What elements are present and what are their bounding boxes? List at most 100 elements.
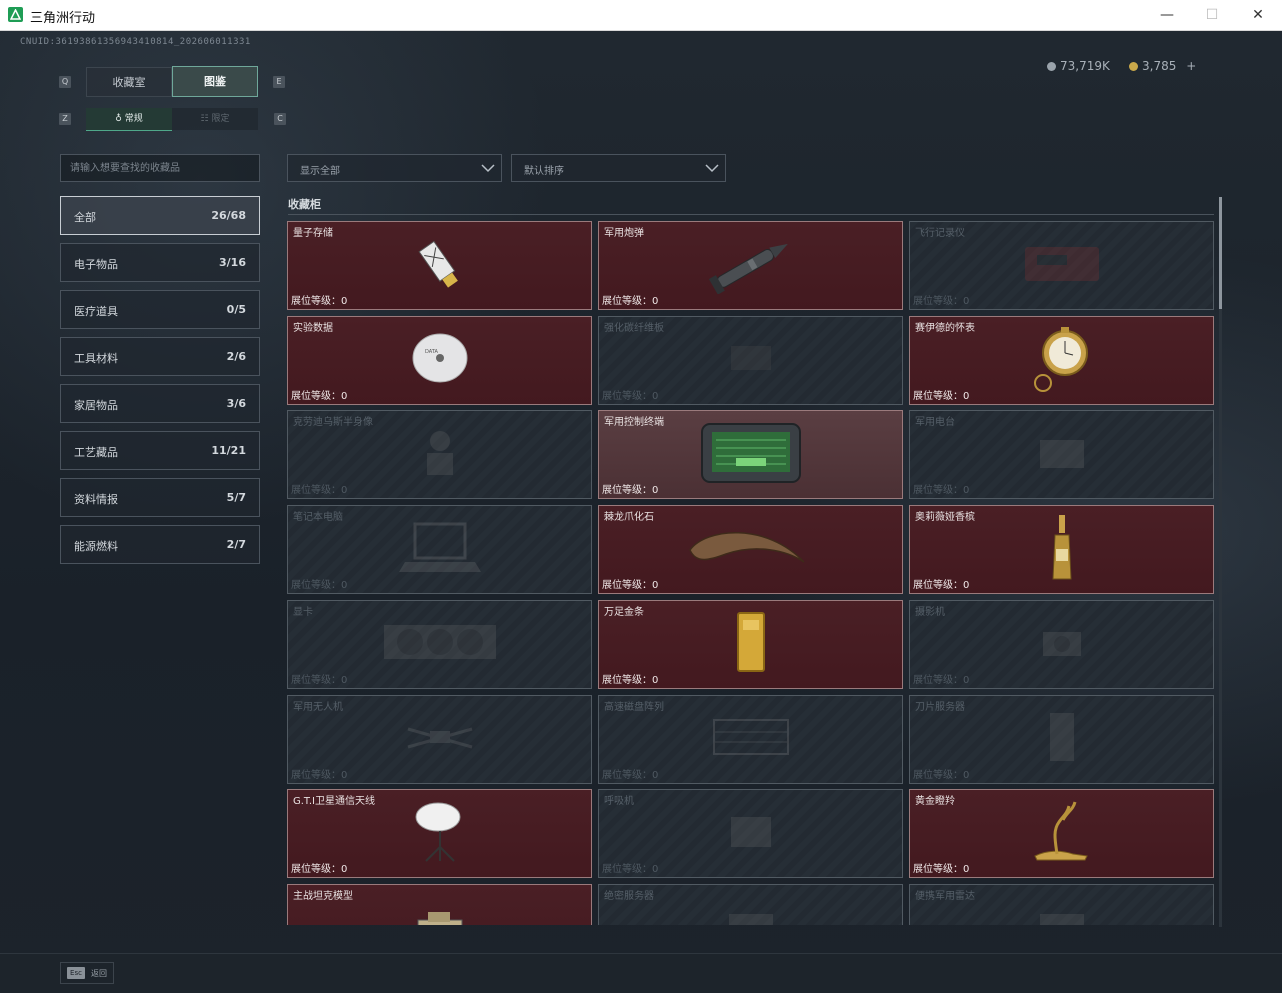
- category-label: 工艺藏品: [74, 446, 118, 459]
- item-level: 展位等级：0: [913, 766, 969, 781]
- sort-dropdown[interactable]: 默认排序: [511, 154, 726, 182]
- subtab-limited[interactable]: ☷ 限定: [172, 108, 258, 130]
- collection-card[interactable]: 军用无人机 展位等级：0: [287, 694, 592, 784]
- category-item[interactable]: 家居物品 3/6: [60, 384, 260, 423]
- grid-scrollbar[interactable]: [1219, 197, 1222, 927]
- level-value: 0: [652, 864, 659, 876]
- collection-card[interactable]: 棘龙爪化石 展位等级：0: [598, 505, 903, 595]
- category-count: 2/7: [226, 538, 246, 551]
- gold-coin-icon: [1129, 62, 1138, 71]
- bottom-bar: Esc 返回: [0, 953, 1282, 993]
- display-filter-dropdown[interactable]: 显示全部: [287, 154, 502, 182]
- item-level: 展位等级：0: [602, 292, 658, 307]
- disk-array-icon: [706, 712, 796, 766]
- item-level: 展位等级：0: [291, 766, 347, 781]
- collection-card[interactable]: 强化碳纤维板 展位等级：0: [598, 315, 903, 405]
- category-item[interactable]: 工具材料 2/6: [60, 337, 260, 376]
- collection-card[interactable]: 飞行记录仪 展位等级：0: [909, 221, 1214, 310]
- level-value: 0: [341, 864, 348, 876]
- section-divider: [288, 214, 1214, 215]
- level-value: 0: [652, 296, 659, 307]
- level-label: 展位等级：: [913, 864, 963, 876]
- gold-gazelle-icon: [1027, 800, 1097, 868]
- window-title: 三角洲行动: [30, 11, 96, 26]
- gold-bar-icon: [735, 610, 767, 678]
- level-value: 0: [341, 769, 348, 781]
- category-label: 资料情报: [74, 493, 118, 506]
- level-value: 0: [963, 390, 970, 402]
- item-name: 量子存储: [293, 228, 333, 239]
- level-label: 展位等级：: [602, 674, 652, 686]
- level-value: 0: [652, 580, 659, 592]
- collection-card[interactable]: 摄影机 展位等级：0: [909, 599, 1214, 689]
- collection-card[interactable]: 高速磁盘阵列 展位等级：0: [598, 694, 903, 784]
- scrollbar-thumb[interactable]: [1219, 197, 1222, 309]
- player-uid: CNUID:36193861356943410814_202606011331: [20, 37, 251, 47]
- item-level: 展位等级：0: [913, 387, 969, 402]
- collection-card[interactable]: 实验数据 DATA 展位等级：0: [287, 315, 592, 405]
- tab-collection-room[interactable]: 收藏室: [86, 67, 172, 97]
- level-label: 展位等级：: [291, 674, 341, 686]
- add-gold-button[interactable]: +: [1186, 59, 1196, 73]
- tab-codex[interactable]: 图鉴: [172, 66, 258, 97]
- item-name: 显卡: [293, 606, 313, 618]
- category-count: 3/6: [226, 397, 246, 410]
- item-name: 奥莉薇娅香槟: [915, 512, 975, 524]
- category-item[interactable]: 全部 26/68: [60, 196, 260, 235]
- collection-card[interactable]: 军用电台 展位等级：0: [909, 410, 1214, 500]
- collection-card[interactable]: 笔记本电脑 展位等级：0: [287, 505, 592, 595]
- collection-card[interactable]: 刀片服务器 展位等级：0: [909, 694, 1214, 784]
- collection-card[interactable]: G.T.I卫星通信天线 展位等级：0: [287, 789, 592, 879]
- category-item[interactable]: 电子物品 3/16: [60, 243, 260, 282]
- maximize-button[interactable]: ☐: [1200, 4, 1224, 26]
- level-label: 展位等级：: [602, 769, 652, 781]
- collection-card[interactable]: 量子存储 展位等级：0: [287, 221, 592, 310]
- collection-card[interactable]: 赛伊德的怀表 展位等级：0: [909, 315, 1214, 405]
- close-button[interactable]: ✕: [1246, 4, 1270, 26]
- control-terminal-icon: [696, 418, 806, 492]
- item-name: 笔记本电脑: [293, 512, 343, 524]
- camera-icon: [1037, 622, 1087, 666]
- champagne-icon: [1047, 513, 1077, 587]
- laptop-icon: [395, 518, 485, 582]
- item-level: 展位等级：0: [913, 860, 969, 875]
- section-title: 收藏柜: [288, 198, 321, 211]
- back-button[interactable]: Esc 返回: [60, 962, 114, 984]
- pocket-watch-icon: [1027, 323, 1097, 397]
- level-label: 展位等级：: [291, 485, 341, 497]
- level-value: 0: [963, 485, 970, 497]
- limited-icon: ☷: [200, 114, 212, 124]
- subtab-regular[interactable]: ♁ 常规: [86, 108, 172, 131]
- collection-card[interactable]: 显卡 展位等级：0: [287, 599, 592, 689]
- collection-card[interactable]: 万足金条 展位等级：0: [598, 599, 903, 689]
- radio-icon: [1032, 430, 1092, 480]
- item-name: 强化碳纤维板: [604, 322, 664, 334]
- level-label: 展位等级：: [291, 580, 341, 592]
- collection-card[interactable]: 军用控制终端 展位等级：0: [598, 410, 903, 500]
- collection-card[interactable]: 绝密服务器展位等级：: [598, 883, 903, 925]
- level-value: 0: [963, 296, 970, 307]
- collection-card[interactable]: 便携军用雷达展位等级：: [909, 883, 1214, 925]
- tab-next-key: E: [273, 76, 285, 88]
- collection-card[interactable]: 克劳迪乌斯半身像 展位等级：0: [287, 410, 592, 500]
- minimize-button[interactable]: —: [1155, 4, 1179, 26]
- silver-currency: 73,719K: [1047, 59, 1110, 73]
- category-item[interactable]: 医疗道具 0/5: [60, 290, 260, 329]
- item-level: 展位等级：0: [913, 292, 969, 307]
- search-input[interactable]: [61, 155, 259, 181]
- collection-card[interactable]: 主战坦克模型展位等级：: [287, 883, 592, 925]
- item-name: 军用炮弹: [604, 228, 644, 239]
- category-item[interactable]: 工艺藏品 11/21: [60, 431, 260, 470]
- collection-card[interactable]: 黄金瞪羚 展位等级：0: [909, 789, 1214, 879]
- gold-currency: 3,785 +: [1129, 59, 1196, 73]
- subtab-prev-key: Z: [59, 113, 71, 125]
- category-item[interactable]: 能源燃料 2/7: [60, 525, 260, 564]
- collection-card[interactable]: 呼吸机 展位等级：0: [598, 789, 903, 879]
- subtab-limited-label: 限定: [211, 114, 230, 124]
- collection-card[interactable]: 奥莉薇娅香槟 展位等级：0: [909, 505, 1214, 595]
- category-item[interactable]: 资料情报 5/7: [60, 478, 260, 517]
- collection-card[interactable]: 军用炮弹展位等级：0: [598, 221, 903, 310]
- back-label: 返回: [91, 969, 107, 978]
- tank-model-icon: [412, 906, 468, 925]
- level-value: 0: [963, 769, 970, 781]
